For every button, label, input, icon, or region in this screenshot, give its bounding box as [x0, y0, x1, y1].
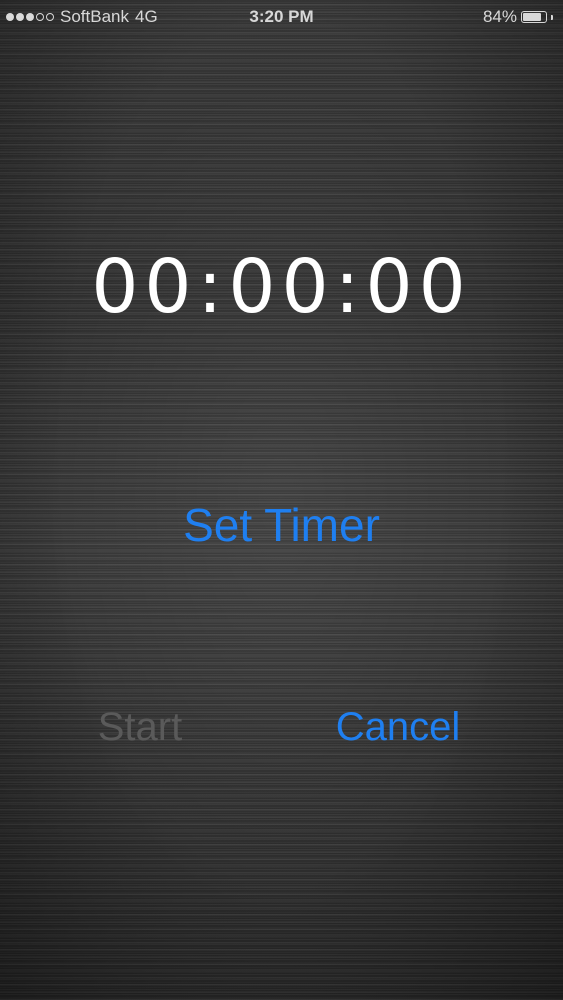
timer-display: 00:00:00: [91, 244, 472, 330]
battery-icon: [521, 11, 547, 23]
cancel-button[interactable]: Cancel: [318, 705, 478, 750]
start-button[interactable]: Start: [60, 705, 220, 750]
battery-cap: [551, 14, 553, 20]
battery-fill: [523, 13, 542, 21]
status-right: 84%: [483, 7, 553, 27]
battery-percentage: 84%: [482, 7, 517, 26]
status-time: 3:20 PM: [249, 7, 314, 26]
set-timer-button[interactable]: Set Timer: [0, 498, 563, 552]
status-bar: SoftBank 4G 3:20 PM 84%: [0, 0, 563, 34]
